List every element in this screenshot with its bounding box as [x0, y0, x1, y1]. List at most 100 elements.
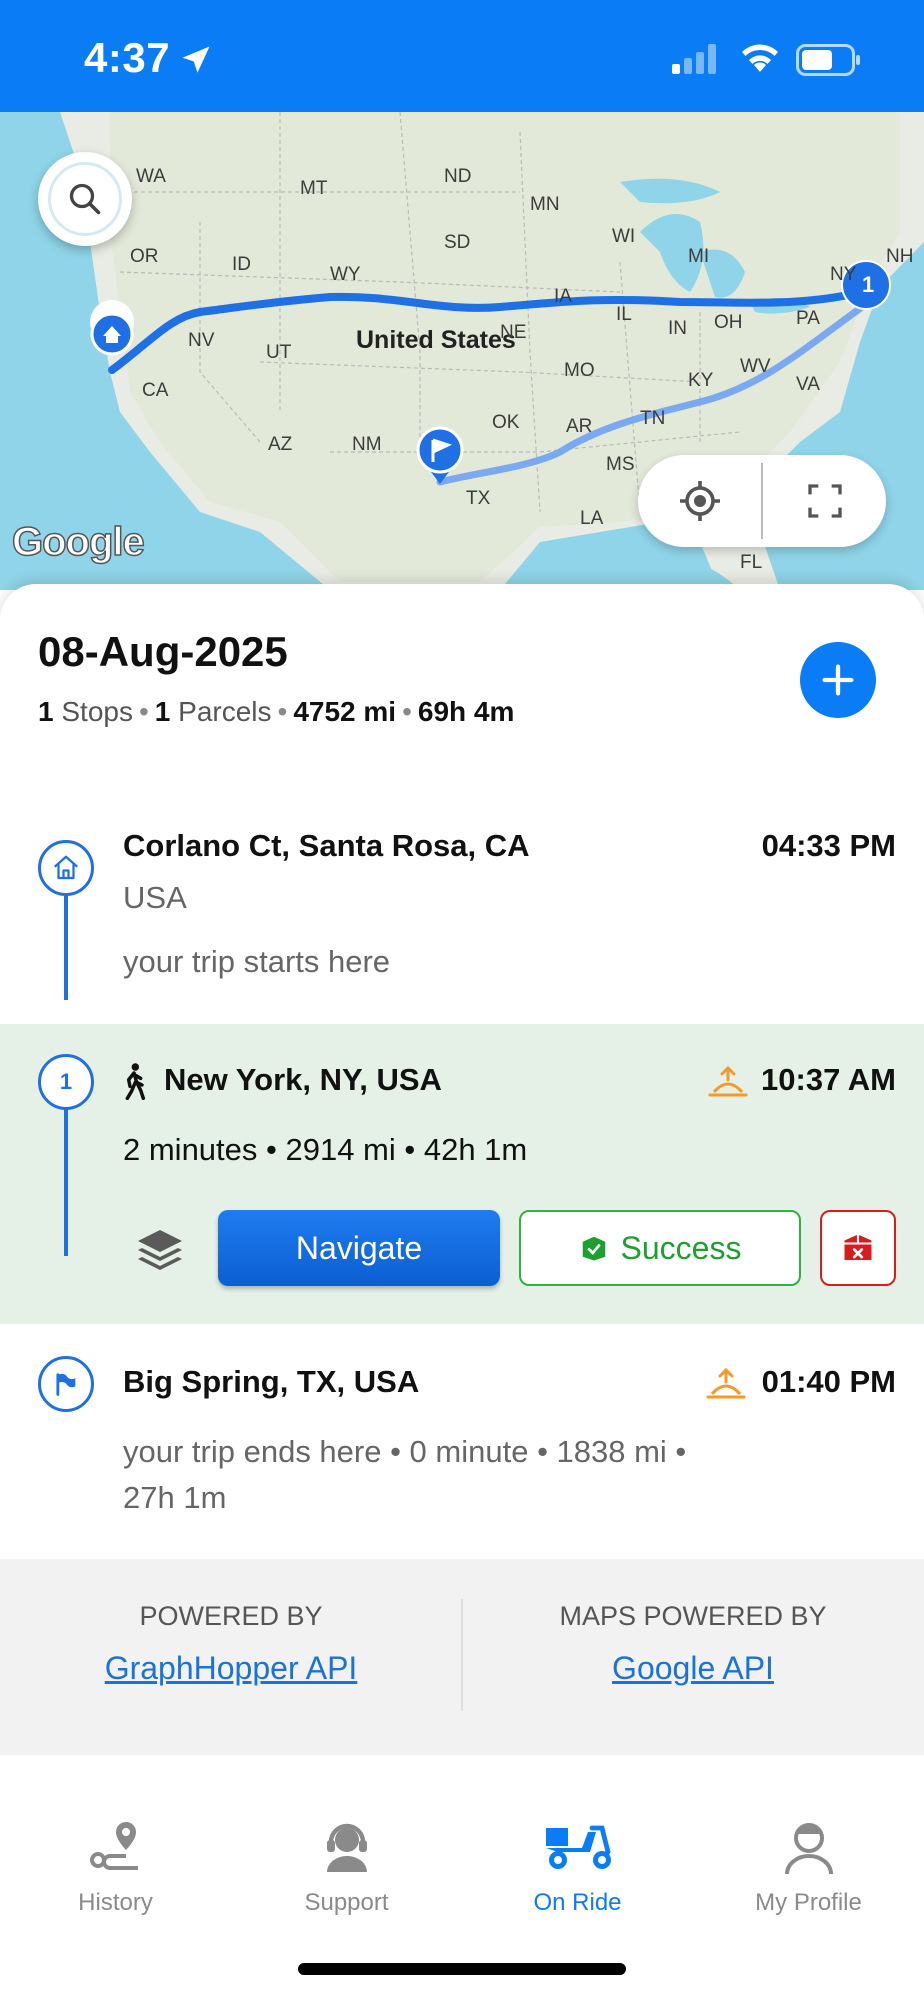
tab-support[interactable]: Support	[231, 1816, 462, 1917]
my-location-button[interactable]	[638, 455, 761, 547]
navigate-button[interactable]: Navigate	[218, 1210, 500, 1286]
end-stop-note-line1: your trip ends here • 0 minute • 1838 mi…	[123, 1434, 687, 1469]
status-bar: 4:37	[0, 0, 924, 112]
state-label-va: VA	[796, 374, 820, 395]
tab-my-profile-label: My Profile	[755, 1889, 862, 1916]
failed-delivery-button[interactable]	[820, 1210, 896, 1286]
success-button[interactable]: Success	[519, 1210, 801, 1286]
state-label-mo: MO	[564, 360, 595, 381]
start-stop-marker	[38, 840, 94, 896]
state-label-oh: OH	[714, 312, 743, 333]
headset-icon	[326, 1823, 367, 1872]
state-label-ny: NY	[830, 264, 857, 285]
location-arrow-icon	[182, 46, 210, 73]
battery-icon	[796, 44, 860, 76]
stop-1-title: New York, NY, USA	[164, 1062, 442, 1097]
eta-sunrise-icon	[708, 1065, 748, 1097]
end-stop-time: 01:40 PM	[761, 1364, 896, 1399]
package-failed-icon	[844, 1234, 872, 1260]
state-label-tn: TN	[640, 408, 666, 429]
flag-icon	[56, 1373, 76, 1396]
state-label-ne: NE	[500, 322, 527, 343]
tab-support-label: Support	[304, 1889, 389, 1916]
map-search-button[interactable]	[38, 152, 132, 246]
state-label-id: ID	[232, 254, 251, 275]
powered-by-section: POWERED BY GraphHopper API MAPS POWERED …	[0, 1559, 924, 1755]
home-indicator	[298, 1963, 626, 1975]
layers-button[interactable]	[136, 1228, 184, 1277]
tab-my-profile[interactable]: My Profile	[693, 1816, 924, 1917]
maps-powered-caption: MAPS POWERED BY	[559, 1601, 827, 1631]
end-stop-title: Big Spring, TX, USA	[123, 1364, 420, 1399]
trip-summary: 1 Stops • 1 Parcels • 4752 mi • 69h 4m	[38, 696, 515, 727]
state-label-nh: NH	[886, 246, 914, 267]
state-label-mn: MN	[530, 194, 560, 215]
route-icon	[89, 1822, 138, 1870]
state-label-nd: ND	[444, 166, 472, 187]
state-label-ar: AR	[566, 416, 593, 437]
add-stop-button[interactable]	[800, 642, 876, 718]
end-stop-marker	[38, 1356, 94, 1412]
cell-signal-icon	[672, 44, 716, 74]
google-attribution: Google	[11, 519, 145, 565]
state-label-mt: MT	[300, 178, 328, 199]
profile-icon	[784, 1823, 833, 1875]
state-label-il: IL	[616, 304, 632, 325]
stop-1-number: 1	[59, 1069, 73, 1094]
map-controls	[638, 455, 886, 547]
state-label-ia: IA	[554, 286, 572, 307]
tab-history-label: History	[78, 1889, 153, 1916]
state-label-sd: SD	[444, 232, 471, 253]
state-label-ca: CA	[142, 380, 169, 401]
tab-history[interactable]: History	[0, 1816, 231, 1917]
state-label-ms: MS	[606, 454, 635, 475]
tab-on-ride-label: On Ride	[533, 1889, 622, 1916]
search-icon	[69, 183, 101, 215]
walking-icon	[125, 1063, 146, 1100]
state-label-mi: MI	[688, 246, 710, 267]
trip-duration: 69h 4m	[417, 696, 515, 727]
start-stop-note: your trip starts here	[123, 944, 391, 979]
stop-1-details: 2 minutes • 2914 mi • 42h 1m	[123, 1132, 528, 1167]
state-label-la: LA	[580, 508, 604, 529]
stop-1-marker-number: 1	[862, 272, 875, 297]
start-stop-title: Corlano Ct, Santa Rosa, CA	[123, 828, 530, 863]
status-time: 4:37	[84, 34, 171, 81]
tab-on-ride[interactable]: On Ride	[462, 1816, 693, 1917]
parcels-count: 1	[154, 696, 171, 727]
state-label-nv: NV	[188, 330, 215, 351]
route-map[interactable]: 1 United States WA MT ND MN OR ID SD WY WI MI NY NH…	[0, 112, 924, 590]
state-label-in: IN	[668, 318, 687, 339]
state-label-az: AZ	[268, 434, 293, 455]
state-label-wi: WI	[612, 226, 636, 247]
routing-powered-caption: POWERED BY	[139, 1601, 323, 1631]
stop-1-marker: 1	[38, 1054, 94, 1110]
plus-icon	[822, 664, 854, 696]
trip-distance: 4752 mi	[293, 696, 397, 727]
home-icon	[54, 855, 78, 880]
stops-label: Stops	[61, 696, 133, 727]
crosshair-icon	[679, 481, 720, 521]
state-label-or: OR	[130, 246, 159, 267]
state-label-wy: WY	[330, 264, 361, 285]
parcels-label: Parcels	[178, 696, 272, 727]
package-check-icon	[582, 1236, 605, 1261]
trip-date: 08-Aug-2025	[38, 628, 288, 675]
country-label: United States	[356, 326, 516, 354]
state-label-ok: OK	[492, 412, 520, 433]
fullscreen-button[interactable]	[763, 455, 886, 547]
success-label: Success	[620, 1229, 742, 1266]
start-stop-time: 04:33 PM	[761, 828, 896, 863]
wifi-icon	[742, 44, 778, 72]
app-screen: 4:37 1 United States WA MT ND MN OR ID S…	[0, 0, 924, 1999]
google-api-link[interactable]: Google API	[462, 1650, 924, 1687]
scooter-icon	[545, 1825, 611, 1869]
state-label-wa: WA	[136, 166, 166, 187]
end-stop-note-line2: 27h 1m	[123, 1480, 227, 1515]
fullscreen-icon	[807, 484, 842, 518]
state-label-pa: PA	[796, 308, 820, 329]
stops-count: 1	[38, 696, 54, 727]
layers-icon	[138, 1230, 182, 1270]
graphhopper-link[interactable]: GraphHopper API	[0, 1650, 462, 1687]
state-label-wv: WV	[740, 356, 771, 377]
